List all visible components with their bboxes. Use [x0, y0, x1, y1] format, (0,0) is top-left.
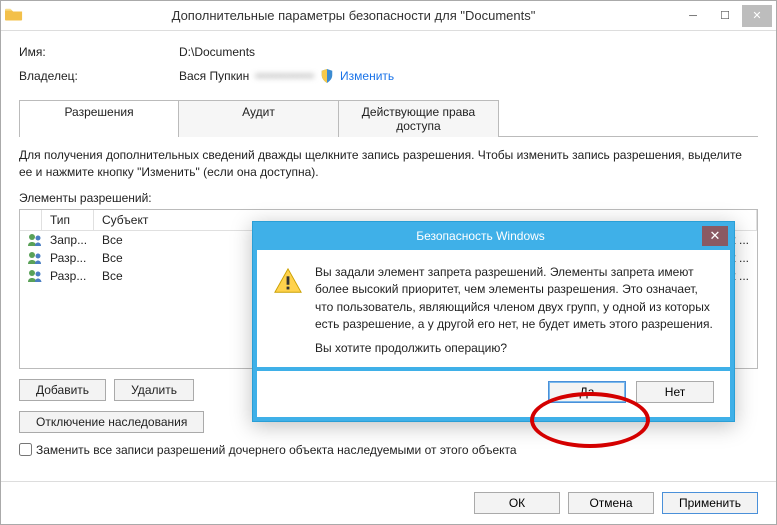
tab-permissions[interactable]: Разрешения [19, 100, 179, 137]
tab-audit[interactable]: Аудит [179, 100, 339, 137]
minimize-button[interactable]: ─ [678, 5, 708, 27]
remove-button[interactable]: Удалить [114, 379, 194, 401]
users-icon [27, 233, 43, 247]
dialog-footer: ОК Отмена Применить [1, 481, 776, 524]
name-label: Имя: [19, 45, 179, 59]
tab-effective-access[interactable]: Действующие права доступа [339, 100, 499, 137]
name-value: D:\Documents [179, 45, 255, 59]
security-warning-dialog: Безопасность Windows ✕ Вы задали элемент… [252, 221, 735, 422]
users-icon [27, 251, 43, 265]
modal-titlebar[interactable]: Безопасность Windows ✕ [253, 222, 734, 250]
window-title: Дополнительные параметры безопасности дл… [31, 8, 676, 23]
disable-inheritance-button[interactable]: Отключение наследования [19, 411, 204, 433]
modal-close-button[interactable]: ✕ [702, 226, 728, 246]
col-type[interactable]: Тип [42, 210, 94, 230]
replace-child-checkbox[interactable]: Заменить все записи разрешений дочернего… [19, 443, 758, 457]
modal-title: Безопасность Windows [259, 229, 702, 243]
modal-question: Вы хотите продолжить операцию? [315, 340, 714, 357]
folder-icon [5, 7, 23, 25]
add-button[interactable]: Добавить [19, 379, 106, 401]
elements-label: Элементы разрешений: [19, 191, 758, 205]
yes-button[interactable]: Да [548, 381, 626, 403]
help-text: Для получения дополнительных сведений дв… [19, 147, 758, 181]
owner-label: Владелец: [19, 69, 179, 83]
ok-button[interactable]: ОК [474, 492, 560, 514]
change-owner-link[interactable]: Изменить [340, 69, 394, 83]
users-icon [27, 269, 43, 283]
owner-account-blurred: •••••••••••••• [255, 69, 314, 83]
shield-icon [320, 69, 334, 83]
replace-child-checkbox-input[interactable] [19, 443, 32, 456]
owner-value: Вася Пупкин [179, 69, 249, 83]
warning-icon [273, 266, 303, 296]
modal-text: Вы задали элемент запрета разрешений. Эл… [315, 264, 714, 334]
apply-button[interactable]: Применить [662, 492, 758, 514]
no-button[interactable]: Нет [636, 381, 714, 403]
maximize-button[interactable]: ☐ [710, 5, 740, 27]
cancel-button[interactable]: Отмена [568, 492, 654, 514]
titlebar[interactable]: Дополнительные параметры безопасности дл… [1, 1, 776, 31]
tabs: Разрешения Аудит Действующие права досту… [19, 99, 758, 136]
close-button[interactable]: ✕ [742, 5, 772, 27]
